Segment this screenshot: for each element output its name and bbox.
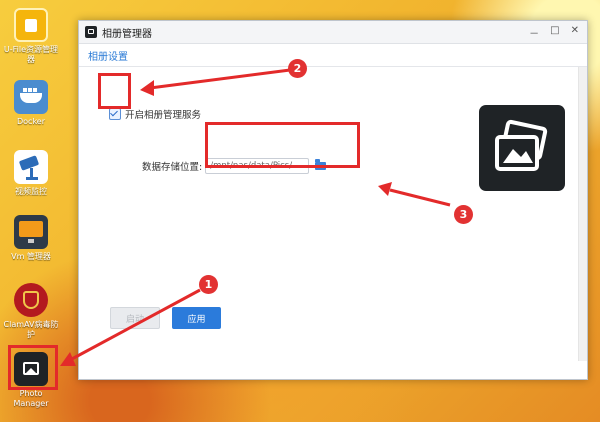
annotation-badge-1: 1 [199,275,218,294]
annotation-badge-3: 3 [454,205,473,224]
annotation-badge-2: 2 [288,59,307,78]
